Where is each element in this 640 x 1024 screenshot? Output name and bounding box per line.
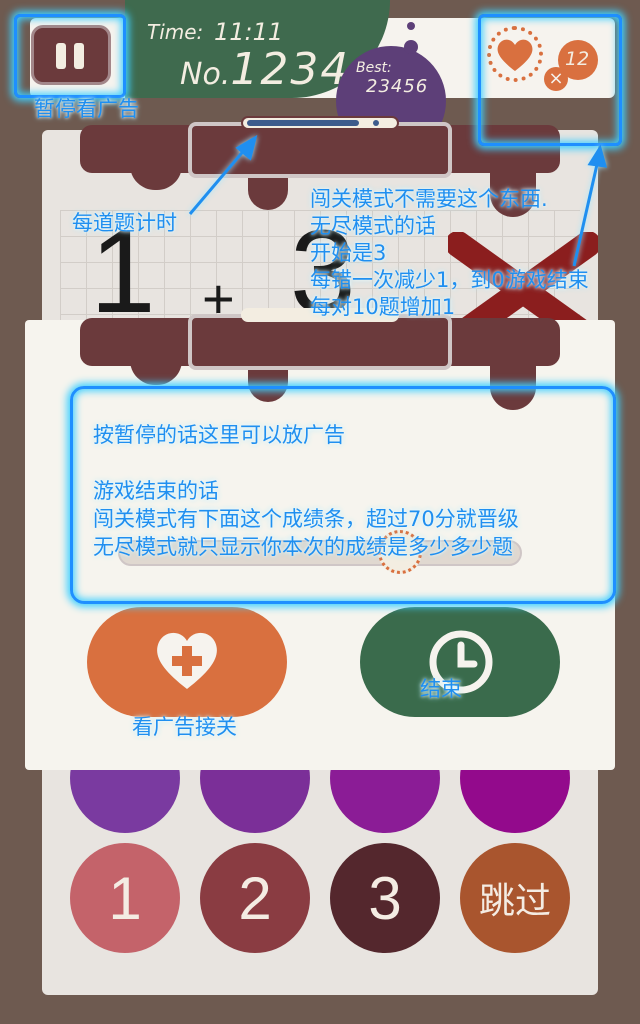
lives-highlight: [478, 14, 622, 146]
pause-ad-note: 暂停看广告: [34, 97, 139, 121]
heart-plus-icon: [157, 632, 217, 689]
timer-bar: [241, 116, 399, 130]
timer-bar-fill: [247, 120, 359, 126]
pause-highlight: [14, 14, 126, 98]
mode-note-line: 开始是3: [310, 241, 387, 265]
time-label: Time:: [147, 20, 204, 44]
end-note: 结束: [420, 677, 462, 701]
mode-note-line: 无尽模式的话: [310, 214, 436, 238]
watch-ad-continue-button[interactable]: [87, 607, 287, 717]
question-number-value: 1234: [230, 44, 351, 95]
best-value: 23456: [366, 76, 429, 97]
dialog-note-line: 闯关模式有下面这个成绩条，超过70分就晋级: [93, 507, 519, 531]
dialog-frame: [188, 314, 452, 370]
timer-bar-knob: [373, 120, 379, 126]
timer-note: 每道题计时: [72, 211, 177, 235]
timer-frame: [188, 122, 452, 178]
number-button-3[interactable]: 3: [330, 843, 440, 953]
dialog-note: 按暂停的话这里可以放广告 游戏结束的话 闯关模式有下面这个成绩条，超过70分就晋…: [93, 422, 519, 562]
watch-ad-continue-note: 看广告接关: [132, 715, 237, 739]
mode-note-line: 闯关模式不需要这个东西.: [310, 187, 548, 211]
mode-note-line: 每对10题增加1: [310, 295, 456, 319]
mode-note-line: 每错一次减少1，到0游戏结束: [310, 268, 589, 292]
time-value: 11:11: [214, 18, 284, 46]
question-number: No.1234: [180, 44, 350, 95]
dialog-note-line: 无尽模式就只显示你本次的成绩是多少多少题: [93, 535, 513, 559]
number-button-1[interactable]: 1: [70, 843, 180, 953]
question-number-prefix: No.: [180, 57, 231, 92]
number-button-2[interactable]: 2: [200, 843, 310, 953]
best-dot-2: [404, 40, 418, 54]
dialog-note-line: 按暂停的话这里可以放广告: [93, 423, 345, 447]
skip-button[interactable]: 跳过: [460, 843, 570, 953]
best-label: Best:: [356, 60, 392, 76]
dialog-note-line: 游戏结束的话: [93, 479, 219, 503]
dialog-note-line: [93, 450, 519, 478]
best-dot-1: [407, 22, 415, 30]
mode-note: 闯关模式不需要这个东西. 无尽模式的话 开始是3 每错一次减少1，到0游戏结束 …: [310, 186, 589, 321]
